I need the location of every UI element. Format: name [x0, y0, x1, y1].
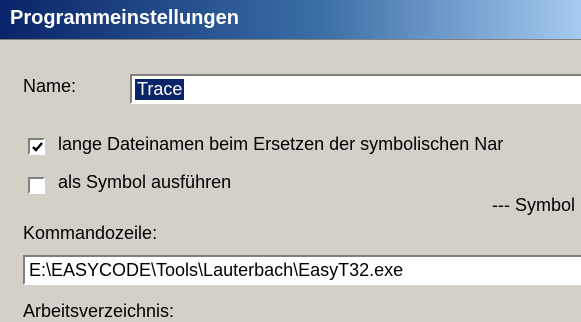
dialog-title: Programmeinstellungen	[10, 7, 239, 29]
name-field[interactable]: Trace	[130, 74, 581, 104]
name-label: Name:	[23, 76, 77, 96]
command-line-field[interactable]: E:\EASYCODE\Tools\Lauterbach\EasyT32.exe	[23, 255, 581, 285]
command-line-label: Kommandozeile:	[23, 223, 158, 243]
symbol-group-label: --- Symbol	[492, 195, 576, 215]
command-line-value: E:\EASYCODE\Tools\Lauterbach\EasyT32.exe	[29, 260, 404, 280]
working-dir-label: Arbeitsverzeichnis:	[23, 301, 175, 321]
long-filenames-checkbox[interactable]	[28, 138, 45, 155]
checkmark-icon	[32, 142, 43, 152]
titlebar-divider	[0, 39, 581, 40]
run-as-symbol-label[interactable]: als Symbol ausführen	[58, 172, 231, 193]
long-filenames-label[interactable]: lange Dateinamen beim Ersetzen der symbo…	[58, 134, 503, 155]
dialog-titlebar[interactable]: Programmeinstellungen	[0, 0, 581, 39]
name-value: Trace	[135, 79, 185, 100]
run-as-symbol-checkbox[interactable]	[28, 177, 45, 194]
